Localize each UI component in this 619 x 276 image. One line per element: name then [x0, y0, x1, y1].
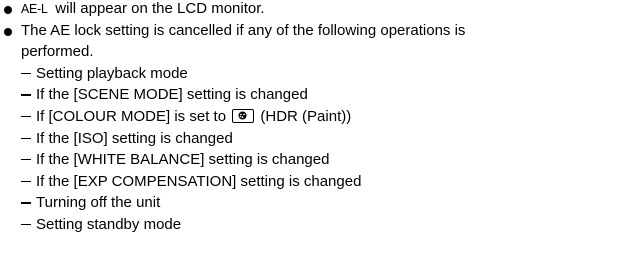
bullet-text-line1: The AE lock setting is cancelled if any …: [21, 21, 466, 39]
bullet-ae-lock-cancel: The AE lock setting is cancelled if any …: [0, 20, 619, 63]
bullet-text-line2: performed.: [21, 43, 94, 61]
bullet-ae-lock-indicator: AE-L will appear on the LCD monitor.: [0, 0, 619, 20]
bullet-text: will appear on the LCD monitor.: [55, 0, 265, 17]
list-item: If the [SCENE MODE] setting is changed: [0, 84, 619, 106]
ae-lock-indicator: AE-L: [21, 1, 48, 16]
list-item-text: Turning off the unit: [36, 194, 161, 212]
dash-marker: [21, 72, 31, 75]
list-item-text: If the [WHITE BALANCE] setting is change…: [36, 151, 330, 169]
bullet-marker: [4, 27, 12, 36]
dash-marker: [21, 137, 31, 139]
list-item: Setting standby mode: [0, 214, 619, 236]
dash-marker: [21, 180, 31, 183]
list-item-text: Setting standby mode: [36, 215, 182, 233]
dash-marker: [21, 159, 31, 161]
hdr-paint-icon: [232, 108, 255, 123]
list-item-text: If the [SCENE MODE] setting is changed: [36, 86, 308, 104]
list-item: If the [EXP COMPENSATION] setting is cha…: [0, 171, 619, 193]
dash-marker: [21, 115, 31, 118]
list-item: Turning off the unit: [0, 192, 619, 214]
list-item: If the [WHITE BALANCE] setting is change…: [0, 149, 619, 171]
manual-page: AE-L will appear on the LCD monitor. The…: [0, 0, 619, 236]
list-item: If the [ISO] setting is changed: [0, 128, 619, 150]
bullet-marker: [4, 6, 12, 14]
list-item: If [COLOUR MODE] is set to (HDR (Paint)): [0, 106, 619, 128]
list-item-text: Setting playback mode: [36, 64, 188, 82]
list-item: Setting playback mode: [0, 63, 619, 85]
list-item-text: If [COLOUR MODE] is set to: [36, 107, 227, 125]
list-item-text: If the [EXP COMPENSATION] setting is cha…: [36, 172, 362, 190]
cancel-operations-list: Setting playback mode If the [SCENE MODE…: [0, 63, 619, 236]
dash-marker: [21, 223, 31, 226]
dash-marker: [21, 94, 31, 96]
list-item-text: If the [ISO] setting is changed: [36, 129, 233, 147]
dash-marker: [21, 202, 31, 204]
list-item-text: (HDR (Paint)): [260, 107, 352, 125]
